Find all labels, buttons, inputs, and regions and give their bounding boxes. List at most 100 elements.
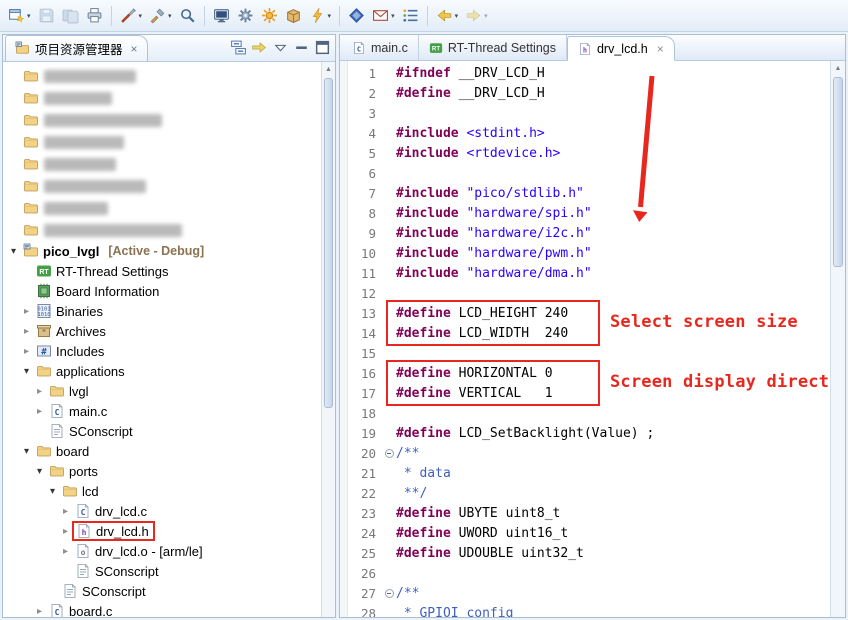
tree-item-sconscript[interactable]: SConscript	[3, 561, 335, 581]
tree-item-board[interactable]: ▾board	[3, 441, 335, 461]
print-button[interactable]	[83, 4, 106, 28]
code-line-26[interactable]: 26	[348, 563, 830, 583]
code-line-25[interactable]: 25#define UDOUBLE uint32_t	[348, 543, 830, 563]
expander-col-icon[interactable]: ▸	[33, 406, 46, 417]
code-line-18[interactable]: 18	[348, 403, 830, 423]
dropdown-arrow-icon[interactable]: ▾	[484, 12, 488, 20]
scroll-up-icon[interactable]: ▲	[322, 62, 335, 76]
forward-button[interactable]: ▾	[462, 4, 491, 28]
scrollbar-thumb[interactable]	[324, 78, 333, 408]
expander-col-icon[interactable]: ▸	[59, 506, 72, 517]
view-menu-icon[interactable]	[272, 39, 289, 56]
tree-item-drv-lcd-c[interactable]: ▸Cdrv_lcd.c	[3, 501, 335, 521]
redacted-project-row[interactable]	[3, 153, 335, 175]
code-line-9[interactable]: 9#include "hardware/i2c.h"	[348, 223, 830, 243]
dropdown-arrow-icon[interactable]: ▾	[27, 12, 31, 20]
code-line-27[interactable]: 27/**	[348, 583, 830, 603]
code-editor[interactable]: 1#ifndef __DRV_LCD_H2#define __DRV_LCD_H…	[348, 61, 830, 617]
download-program-button[interactable]: ▾	[306, 4, 335, 28]
fold-marker-icon[interactable]	[382, 589, 396, 598]
redacted-project-row[interactable]	[3, 65, 335, 87]
code-line-7[interactable]: 7#include "pico/stdlib.h"	[348, 183, 830, 203]
tree-item-pico-lvgl[interactable]: ▾pico_lvgl[Active - Debug]	[3, 241, 335, 261]
expander-exp-icon[interactable]: ▾	[7, 246, 20, 257]
redacted-project-row[interactable]	[3, 175, 335, 197]
expander-exp-icon[interactable]: ▾	[20, 446, 33, 457]
minimize-icon[interactable]	[293, 39, 310, 56]
expander-col-icon[interactable]: ▸	[59, 526, 72, 537]
tree-item-lcd[interactable]: ▾lcd	[3, 481, 335, 501]
expander-col-icon[interactable]: ▸	[20, 306, 33, 317]
code-line-28[interactable]: 28 * GPIOI config	[348, 603, 830, 617]
search-button[interactable]	[176, 4, 199, 28]
scroll-up-icon[interactable]: ▲	[831, 61, 845, 75]
tree-item-sconscript[interactable]: SConscript	[3, 421, 335, 441]
back-button[interactable]: ▾	[433, 4, 462, 28]
fold-marker-icon[interactable]	[382, 449, 396, 458]
tree-item-board-c[interactable]: ▸Cboard.c	[3, 601, 335, 617]
expander-col-icon[interactable]: ▸	[20, 346, 33, 357]
code-line-8[interactable]: 8#include "hardware/spi.h"	[348, 203, 830, 223]
build-project-button[interactable]: ▾	[146, 4, 175, 28]
dropdown-arrow-icon[interactable]: ▾	[168, 12, 172, 20]
redacted-project-row[interactable]	[3, 197, 335, 219]
editor-scrollbar[interactable]: ▲	[830, 61, 845, 617]
tree-item-main-c[interactable]: ▸Cmain.c	[3, 401, 335, 421]
code-line-22[interactable]: 22 **/	[348, 483, 830, 503]
dropdown-arrow-icon[interactable]: ▾	[455, 12, 459, 20]
tree-item-drv-lcd-h[interactable]: ▸hdrv_lcd.h	[3, 521, 335, 541]
serial-tool-button[interactable]: ▾	[369, 4, 398, 28]
close-view-icon[interactable]: ×	[131, 42, 138, 56]
expander-col-icon[interactable]: ▸	[33, 386, 46, 397]
code-line-19[interactable]: 19#define LCD_SetBacklight(Value) ;	[348, 423, 830, 443]
new-wizard-button[interactable]: ▾	[5, 4, 34, 28]
expander-col-icon[interactable]: ▸	[20, 326, 33, 337]
editor-tab-drv-lcd-h[interactable]: hdrv_lcd.h×	[567, 36, 675, 61]
code-line-1[interactable]: 1#ifndef __DRV_LCD_H	[348, 63, 830, 83]
tree-item-archives[interactable]: ▸Archives	[3, 321, 335, 341]
code-line-11[interactable]: 11#include "hardware/dma.h"	[348, 263, 830, 283]
editor-tab-rt-thread-settings[interactable]: RTRT-Thread Settings	[419, 35, 567, 60]
dropdown-arrow-icon[interactable]: ▾	[139, 12, 143, 20]
expander-col-icon[interactable]: ▸	[33, 606, 46, 617]
tree-item-ports[interactable]: ▾ports	[3, 461, 335, 481]
code-line-21[interactable]: 21 * data	[348, 463, 830, 483]
editor-tab-main-c[interactable]: Cmain.c	[342, 35, 419, 60]
expander-exp-icon[interactable]: ▾	[46, 486, 59, 497]
code-line-3[interactable]: 3	[348, 103, 830, 123]
debug-configuration-button[interactable]	[234, 4, 257, 28]
dropdown-arrow-icon[interactable]: ▾	[391, 12, 395, 20]
expander-exp-icon[interactable]: ▾	[33, 466, 46, 477]
code-line-12[interactable]: 12	[348, 283, 830, 303]
code-line-20[interactable]: 20/**	[348, 443, 830, 463]
explorer-view-tab[interactable]: 项目资源管理器 ×	[5, 35, 148, 61]
tree-item-includes[interactable]: ▸#Includes	[3, 341, 335, 361]
sdk-manager-button[interactable]	[282, 4, 305, 28]
tree-item-applications[interactable]: ▾applications	[3, 361, 335, 381]
collapse-all-icon[interactable]	[230, 39, 247, 56]
dropdown-arrow-icon[interactable]: ▾	[328, 12, 332, 20]
code-line-24[interactable]: 24#define UWORD uint16_t	[348, 523, 830, 543]
tree-item-rt-thread-settings[interactable]: RTRT-Thread Settings	[3, 261, 335, 281]
expander-exp-icon[interactable]: ▾	[20, 366, 33, 377]
code-line-5[interactable]: 5#include <rtdevice.h>	[348, 143, 830, 163]
redacted-project-row[interactable]	[3, 219, 335, 241]
run-configuration-button[interactable]	[258, 4, 281, 28]
code-line-4[interactable]: 4#include <stdint.h>	[348, 123, 830, 143]
expander-col-icon[interactable]: ▸	[59, 546, 72, 557]
redacted-project-row[interactable]	[3, 131, 335, 153]
open-terminal-button[interactable]	[210, 4, 233, 28]
outline-view-button[interactable]	[399, 4, 422, 28]
link-with-editor-icon[interactable]	[251, 39, 268, 56]
code-line-2[interactable]: 2#define __DRV_LCD_H	[348, 83, 830, 103]
save-all-button[interactable]	[59, 4, 82, 28]
code-line-23[interactable]: 23#define UBYTE uint8_t	[348, 503, 830, 523]
tree-item-sconscript[interactable]: SConscript	[3, 581, 335, 601]
tree-item-lvgl[interactable]: ▸lvgl	[3, 381, 335, 401]
rt-thread-home-button[interactable]	[345, 4, 368, 28]
redacted-project-row[interactable]	[3, 109, 335, 131]
redacted-project-row[interactable]	[3, 87, 335, 109]
tree-item-board-information[interactable]: Board Information	[3, 281, 335, 301]
tree-item-binaries[interactable]: ▸01011010Binaries	[3, 301, 335, 321]
code-line-6[interactable]: 6	[348, 163, 830, 183]
